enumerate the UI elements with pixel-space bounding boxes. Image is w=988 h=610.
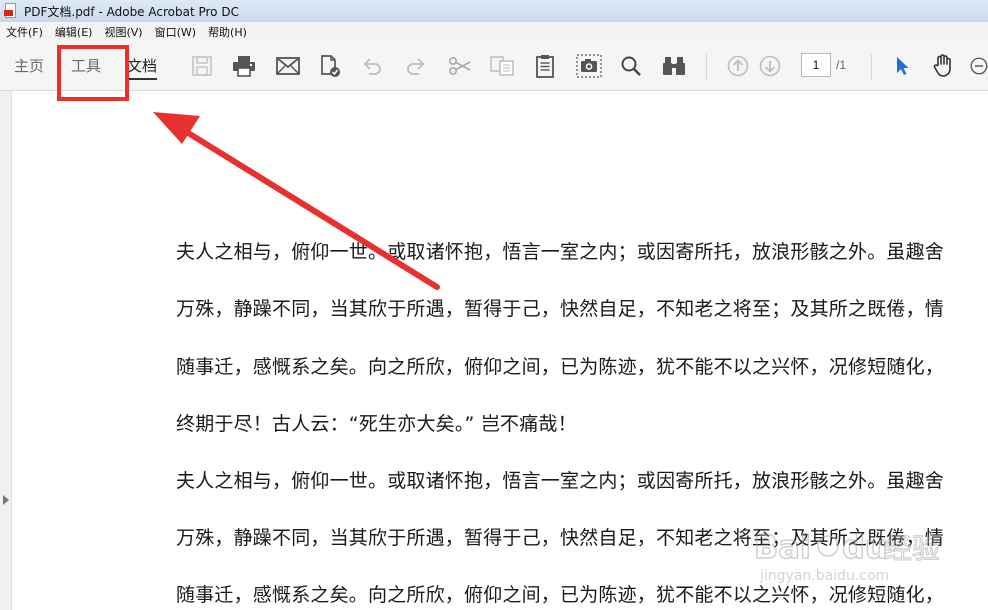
annotation-arrow-icon (153, 112, 440, 290)
